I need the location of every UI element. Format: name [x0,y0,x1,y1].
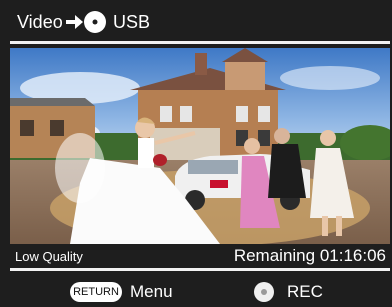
bottom-divider [10,268,390,271]
status-bar: Low Quality Remaining 01:16:06 [10,244,390,268]
rec-label: REC [287,282,323,301]
video-preview [10,48,390,244]
header-bar: Video USB [0,0,392,41]
record-button-icon[interactable] [254,282,274,302]
menu-label: Menu [130,282,173,301]
footer-bar: RETURN Menu REC [0,276,392,307]
source-label: Video [17,12,63,32]
recording-osd: Video USB Low Quality Remaining 01:16:06… [0,0,392,307]
disc-arrow-icon [66,11,106,33]
top-divider [10,41,390,44]
return-key-button[interactable]: RETURN [70,282,122,302]
destination-label: USB [113,12,151,32]
remaining-time: Remaining 01:16:06 [233,246,386,265]
quality-label: Low Quality [15,249,83,264]
